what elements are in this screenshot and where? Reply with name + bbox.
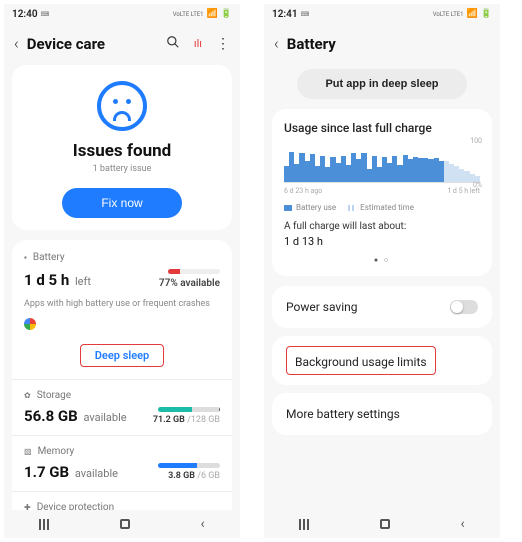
- chart-x-left: 6 d 23 h ago: [284, 187, 322, 195]
- storage-used: 71.2 GB /128 GB: [153, 415, 220, 425]
- signal-strength-icon[interactable]: ılı: [194, 37, 202, 50]
- status-bar: 12:41 ⌨ VoLTE LTE1 📶 🔋: [264, 4, 500, 24]
- header: ‹ Device care ılı ⋮: [4, 24, 240, 65]
- chart-legend: Battery use Estimated time: [284, 203, 480, 212]
- divider: [12, 379, 232, 380]
- battery-label: Battery: [33, 252, 65, 263]
- pager-dots[interactable]: ● ○: [284, 256, 480, 264]
- background-usage-limits-label: Background usage limits: [286, 346, 436, 375]
- divider: [12, 491, 232, 492]
- nav-home-button[interactable]: [120, 519, 130, 529]
- storage-value: 56.8 GB available: [24, 407, 127, 425]
- battery-bar: [168, 269, 220, 274]
- more-icon[interactable]: ⋮: [216, 36, 230, 52]
- battery-note: Apps with high battery use or frequent c…: [24, 299, 220, 309]
- signal-icon: 📶: [207, 9, 218, 19]
- power-saving-label: Power saving: [286, 300, 358, 314]
- nav-back-button[interactable]: ‹: [200, 516, 204, 532]
- memory-section[interactable]: ▧ Memory: [24, 446, 220, 457]
- keyboard-icon: ⌨: [301, 11, 310, 18]
- header: ‹ Battery: [264, 24, 500, 65]
- nav-back-button[interactable]: ‹: [460, 516, 464, 532]
- nav-recent-button[interactable]: [299, 519, 309, 530]
- issues-subtitle: 1 battery issue: [93, 164, 152, 174]
- phone-device-care: 12:40 ⌨ VoLTE LTE1 📶 🔋 ‹ Device care ılı…: [4, 4, 240, 538]
- issues-card: Issues found 1 battery issue Fix now: [12, 65, 232, 230]
- more-battery-settings-row[interactable]: More battery settings: [272, 393, 492, 435]
- status-time: 12:41: [272, 9, 298, 20]
- keyboard-icon: ⌨: [41, 11, 50, 18]
- chart-y-top: 100: [470, 137, 482, 145]
- storage-small-icon: ✿: [24, 391, 31, 400]
- legend-swatch-est: [348, 205, 356, 211]
- storage-label: Storage: [37, 390, 71, 401]
- power-saving-row[interactable]: Power saving: [272, 286, 492, 328]
- legend-swatch-battery: [284, 205, 292, 211]
- memory-small-icon: ▧: [24, 447, 32, 456]
- status-time: 12:40: [12, 9, 38, 20]
- usage-chart[interactable]: 100 0% 6 d 23 h ago 1 d 5 h left: [284, 141, 480, 195]
- nav-bar: ‹: [4, 510, 240, 538]
- nav-home-button[interactable]: [380, 519, 390, 529]
- battery-icon: 🔋: [221, 9, 232, 19]
- legend-battery-label: Battery use: [296, 203, 336, 212]
- sad-face-icon: [97, 81, 147, 131]
- deep-sleep-button[interactable]: Deep sleep: [80, 344, 164, 367]
- usage-title: Usage since last full charge: [284, 121, 480, 135]
- memory-label: Memory: [38, 446, 75, 457]
- divider: [12, 435, 232, 436]
- memory-used: 3.8 GB /6 GB: [168, 471, 220, 481]
- usage-card: Usage since last full charge 100 0% 6 d …: [272, 109, 492, 276]
- carrier-label: VoLTE LTE1: [433, 11, 464, 18]
- legend-est-label: Estimated time: [360, 203, 414, 212]
- full-charge-text: A full charge will last about: 1 d 13 h: [284, 220, 480, 250]
- storage-bar: [158, 407, 220, 412]
- issues-title: Issues found: [73, 141, 171, 161]
- search-icon[interactable]: [166, 35, 180, 53]
- power-saving-toggle[interactable]: [450, 300, 478, 314]
- memory-bar: [158, 463, 220, 468]
- status-bar: 12:40 ⌨ VoLTE LTE1 📶 🔋: [4, 4, 240, 24]
- page-title: Battery: [287, 35, 490, 53]
- carrier-label: VoLTE LTE1: [173, 11, 204, 18]
- memory-value: 1.7 GB available: [24, 463, 118, 481]
- battery-section[interactable]: ▪ Battery: [24, 252, 220, 263]
- nav-recent-button[interactable]: [39, 519, 49, 530]
- put-app-deep-sleep-button[interactable]: Put app in deep sleep: [297, 69, 467, 99]
- back-icon[interactable]: ‹: [14, 34, 19, 53]
- page-title: Device care: [27, 35, 158, 53]
- more-battery-label: More battery settings: [286, 407, 400, 421]
- battery-time: 1 d 5 h left: [24, 271, 91, 289]
- fix-now-button[interactable]: Fix now: [62, 188, 182, 218]
- stats-card: ▪ Battery 1 d 5 h left 77% available App…: [12, 240, 232, 525]
- signal-icon: 📶: [467, 9, 478, 19]
- battery-available: 77% available: [159, 278, 220, 289]
- storage-section[interactable]: ✿ Storage: [24, 390, 220, 401]
- app-chrome-icon: [24, 315, 220, 334]
- background-usage-limits-row[interactable]: Background usage limits: [272, 336, 492, 385]
- nav-bar: ‹: [264, 510, 500, 538]
- battery-small-icon: ▪: [24, 253, 27, 262]
- chart-y-bot: 0%: [473, 181, 482, 189]
- back-icon[interactable]: ‹: [274, 34, 279, 53]
- battery-icon: 🔋: [481, 9, 492, 19]
- phone-battery: 12:41 ⌨ VoLTE LTE1 📶 🔋 ‹ Battery Put app…: [264, 4, 500, 538]
